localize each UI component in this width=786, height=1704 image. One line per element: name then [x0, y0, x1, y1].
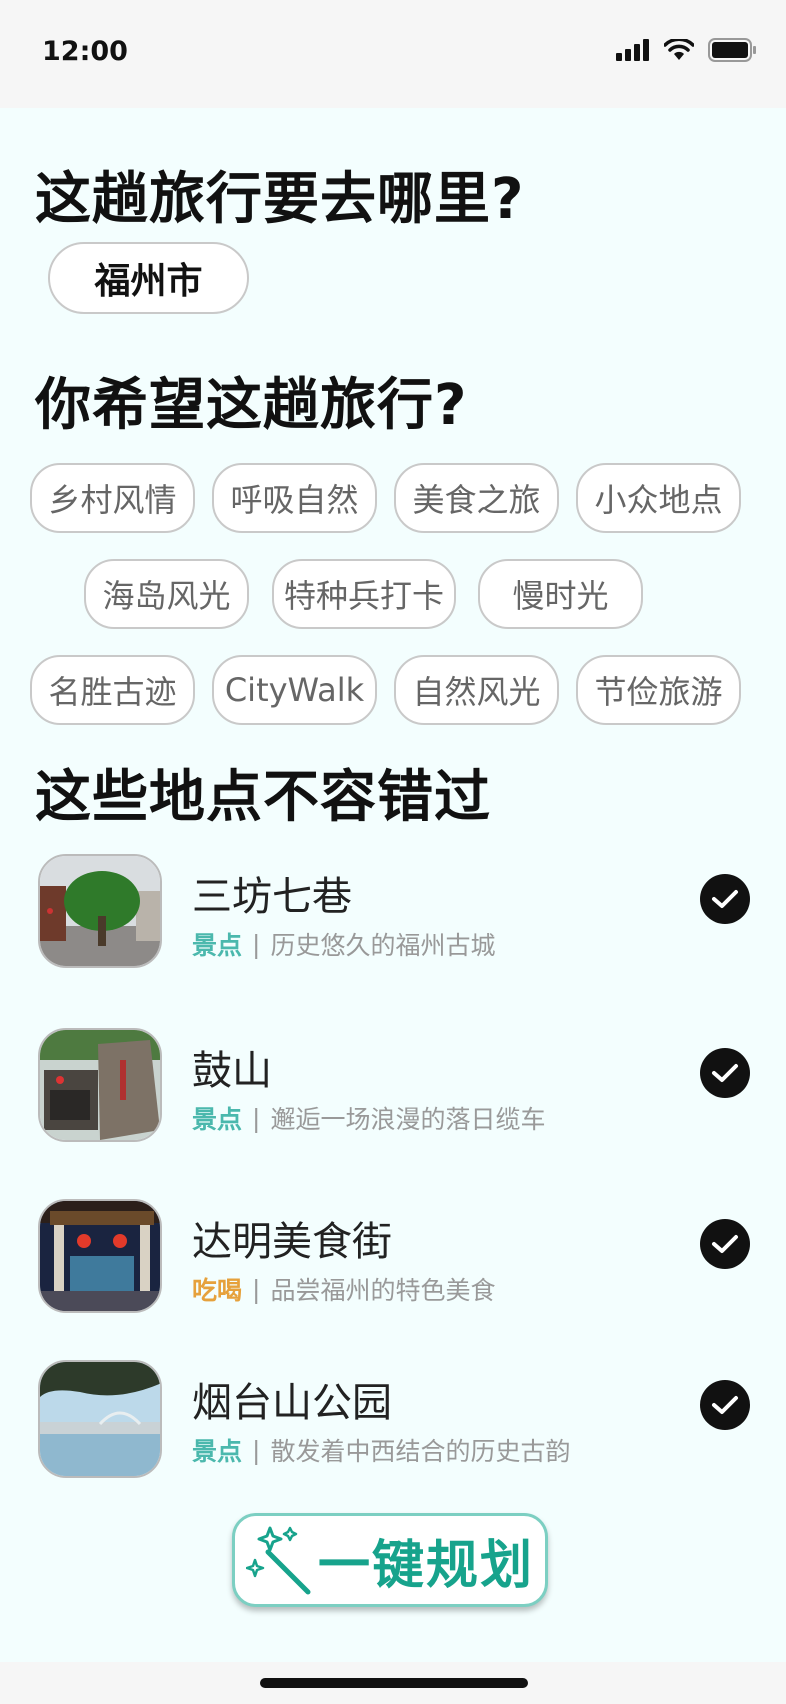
check-icon[interactable] [700, 1219, 750, 1269]
place-name: 烟台山公园 [192, 1380, 392, 1426]
tag-food[interactable]: 美食之旅 [394, 463, 559, 533]
tag-checkin[interactable]: 特种兵打卡 [272, 559, 456, 629]
destination-title: 这趟旅行要去哪里? [35, 167, 525, 232]
check-icon[interactable] [700, 1048, 750, 1098]
tag-island[interactable]: 海岛风光 [84, 559, 249, 629]
tag-niche[interactable]: 小众地点 [576, 463, 741, 533]
tag-citywalk[interactable]: CityWalk [212, 655, 377, 725]
separator: | [252, 1435, 261, 1465]
status-icons [616, 38, 756, 62]
tag-historic[interactable]: 名胜古迹 [30, 655, 195, 725]
places-title: 这些地点不容错过 [35, 765, 491, 830]
place-subtitle: 景点 | 邂逅一场浪漫的落日缆车 [192, 1100, 545, 1136]
place-description: 品尝福州的特色美食 [270, 1276, 496, 1305]
bottom-bar [0, 1662, 786, 1704]
signal-icon [616, 39, 649, 61]
list-item[interactable]: 鼓山 景点 | 邂逅一场浪漫的落日缆车 [0, 1028, 786, 1148]
list-item[interactable]: 达明美食街 吃喝 | 品尝福州的特色美食 [0, 1199, 786, 1319]
place-category: 景点 [192, 1437, 243, 1466]
plan-button-label: 一键规划 [317, 1535, 534, 1596]
place-name: 达明美食街 [192, 1219, 392, 1265]
place-subtitle: 景点 | 历史悠久的福州古城 [192, 926, 495, 962]
place-thumbnail [38, 1360, 162, 1478]
magic-wand-icon [245, 1526, 311, 1595]
status-bar: 12:00 [0, 0, 786, 108]
place-description: 邂逅一场浪漫的落日缆车 [270, 1105, 546, 1134]
place-name: 鼓山 [192, 1048, 272, 1094]
tag-nature[interactable]: 呼吸自然 [212, 463, 377, 533]
place-thumbnail [38, 1028, 162, 1142]
separator: | [252, 929, 261, 959]
check-icon[interactable] [700, 1380, 750, 1430]
place-thumbnail [38, 854, 162, 968]
place-description: 散发着中西结合的历史古韵 [270, 1437, 571, 1466]
separator: | [252, 1103, 261, 1133]
tag-rural[interactable]: 乡村风情 [30, 463, 195, 533]
home-indicator[interactable] [260, 1678, 528, 1688]
place-name: 三坊七巷 [192, 874, 352, 920]
place-subtitle: 吃喝 | 品尝福州的特色美食 [192, 1271, 495, 1307]
place-subtitle: 景点 | 散发着中西结合的历史古韵 [192, 1432, 570, 1468]
list-item[interactable]: 三坊七巷 景点 | 历史悠久的福州古城 [0, 854, 786, 974]
place-description: 历史悠久的福州古城 [270, 931, 496, 960]
place-category: 景点 [192, 1105, 243, 1134]
place-thumbnail [38, 1199, 162, 1313]
place-category: 景点 [192, 931, 243, 960]
battery-icon [708, 38, 756, 62]
list-item[interactable]: 烟台山公园 景点 | 散发着中西结合的历史古韵 [0, 1360, 786, 1480]
status-time: 12:00 [42, 36, 128, 67]
separator: | [252, 1274, 261, 1304]
check-icon[interactable] [700, 874, 750, 924]
city-selector[interactable]: 福州市 [48, 242, 249, 314]
place-category: 吃喝 [192, 1276, 243, 1305]
preference-title: 你希望这趟旅行? [35, 373, 468, 438]
tag-budget[interactable]: 节俭旅游 [576, 655, 741, 725]
tag-scenery[interactable]: 自然风光 [394, 655, 559, 725]
tag-slow[interactable]: 慢时光 [478, 559, 643, 629]
wifi-icon [664, 39, 694, 60]
one-click-plan-button[interactable]: 一键规划 [232, 1513, 548, 1607]
main-content: 这趟旅行要去哪里? 福州市 你希望这趟旅行? 乡村风情 呼吸自然 美食之旅 小众… [0, 108, 786, 1662]
